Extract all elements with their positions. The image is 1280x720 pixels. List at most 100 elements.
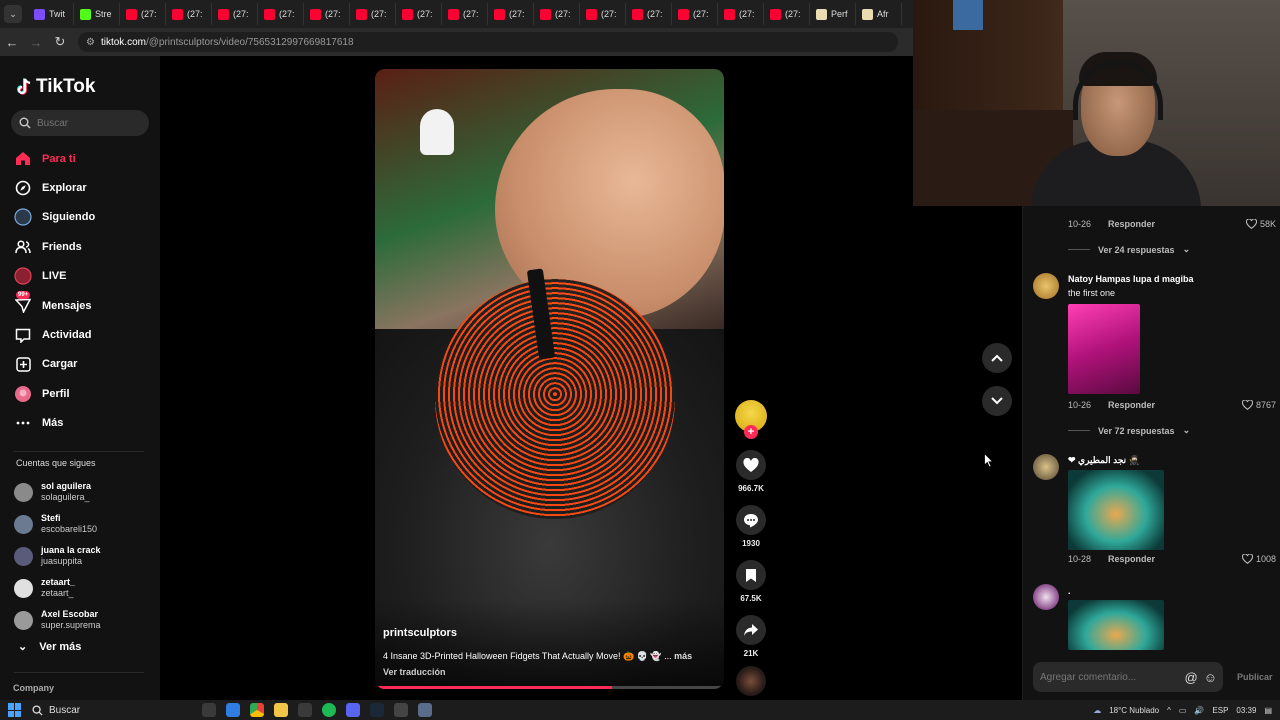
comment-like-button[interactable]: 58K <box>1245 219 1276 229</box>
browser-tab[interactable]: (27: <box>120 3 166 25</box>
reply-button[interactable]: Responder <box>1108 554 1155 564</box>
browser-tab[interactable]: Twit <box>28 3 74 25</box>
nav-item-live[interactable]: LIVE <box>14 262 154 291</box>
browser-tab[interactable]: (27: <box>304 3 350 25</box>
creator-avatar[interactable]: + <box>735 400 767 439</box>
browser-tab[interactable]: (27: <box>258 3 304 25</box>
lang-label[interactable]: ESP <box>1212 706 1228 715</box>
chrome-icon[interactable] <box>250 703 264 717</box>
spotify-icon[interactable] <box>322 703 336 717</box>
calculator-icon[interactable] <box>418 703 432 717</box>
nav-item-mas[interactable]: Más <box>14 409 154 438</box>
browser-tab[interactable]: (27: <box>442 3 488 25</box>
taskbar-search[interactable]: Buscar <box>32 705 192 716</box>
comment-brain-image[interactable] <box>1068 470 1164 550</box>
see-more-button[interactable]: ⌄ Ver más <box>18 640 81 654</box>
translate-link[interactable]: Ver traducción <box>383 667 446 677</box>
following-account[interactable]: Axel Escobar super.suprema <box>14 604 154 636</box>
browser-tab[interactable]: (27: <box>626 3 672 25</box>
view-replies-button[interactable]: Ver 72 respuestas ⌄ <box>1068 425 1190 436</box>
comment-button[interactable] <box>736 505 766 535</box>
video-author[interactable]: printsculptors <box>383 627 457 639</box>
browser-tab[interactable]: (27: <box>396 3 442 25</box>
comment-brain-image[interactable] <box>1068 600 1164 650</box>
commenter-avatar[interactable] <box>1033 273 1059 299</box>
following-account[interactable]: Stefi escobareli150 <box>14 508 154 540</box>
like-button[interactable] <box>736 450 766 480</box>
store-icon[interactable] <box>298 703 312 717</box>
notifications-icon[interactable]: ▤ <box>1264 706 1272 715</box>
tab-search-button[interactable]: ⌄ <box>4 5 22 23</box>
clock-label[interactable]: 03:39 <box>1236 706 1256 715</box>
file-explorer-icon[interactable] <box>274 703 288 717</box>
publish-button[interactable]: Publicar <box>1237 672 1273 682</box>
search-input[interactable] <box>37 117 137 129</box>
forward-button[interactable]: → <box>24 35 48 50</box>
commenter-name[interactable]: . <box>1068 586 1071 596</box>
commenter-name[interactable]: Natoy Hampas lupa d magiba <box>1068 274 1194 284</box>
reload-button[interactable]: ↻ <box>48 34 72 50</box>
reply-button[interactable]: Responder <box>1108 400 1155 410</box>
browser-tab[interactable]: (27: <box>212 3 258 25</box>
browser-tab[interactable]: (27: <box>534 3 580 25</box>
nav-item-actividad[interactable]: Actividad <box>14 320 154 349</box>
browser-tab[interactable]: Perf <box>810 3 856 25</box>
nav-item-mensajes[interactable]: 99+ Mensajes <box>14 290 154 320</box>
comment-input-box[interactable]: @ ☺ <box>1033 662 1223 692</box>
site-info-icon[interactable]: ⚙ <box>86 37 95 48</box>
browser-tab[interactable]: (27: <box>166 3 212 25</box>
emoji-icon[interactable]: ☺ <box>1204 670 1217 685</box>
following-account[interactable]: juana la crack juasuppita <box>14 540 154 572</box>
video-player[interactable]: printsculptors 4 Insane 3D-Printed Hallo… <box>375 69 724 689</box>
commenter-avatar[interactable] <box>1033 584 1059 610</box>
commenter-name[interactable]: ❤ نجد المطيري 🥷🏻 <box>1068 455 1140 466</box>
comment-like-button[interactable]: 1008 <box>1241 554 1276 564</box>
music-disc-icon[interactable] <box>736 666 766 696</box>
discord-icon[interactable] <box>346 703 360 717</box>
save-button[interactable] <box>736 560 766 590</box>
comment-like-button[interactable]: 8767 <box>1241 400 1276 410</box>
following-account[interactable]: zetaart_ zetaart_ <box>14 572 154 604</box>
comment-input[interactable] <box>1040 671 1180 683</box>
browser-tab[interactable]: (27: <box>350 3 396 25</box>
commenter-avatar[interactable] <box>1033 454 1059 480</box>
browser-tab[interactable]: (27: <box>672 3 718 25</box>
browser-tab[interactable]: (27: <box>718 3 764 25</box>
browser-tab[interactable]: Stre <box>74 3 120 25</box>
following-account[interactable]: sol aguilera solaguilera_ <box>14 476 154 508</box>
steam-icon[interactable] <box>370 703 384 717</box>
nav-item-cargar[interactable]: Cargar <box>14 350 154 379</box>
nav-item-siguiendo[interactable]: Siguiendo <box>14 203 154 232</box>
view-replies-button[interactable]: Ver 24 respuestas ⌄ <box>1068 244 1190 255</box>
comment-sticker-image[interactable] <box>1068 304 1140 394</box>
browser-tab[interactable]: (27: <box>764 3 810 25</box>
video-progress-bar[interactable] <box>375 686 724 689</box>
previous-video-button[interactable] <box>982 343 1012 373</box>
more-link[interactable]: más <box>674 651 692 661</box>
nav-item-para-ti[interactable]: Para ti <box>14 144 154 173</box>
copilot-icon[interactable] <box>226 703 240 717</box>
obs-icon[interactable] <box>394 703 408 717</box>
address-bar[interactable]: ⚙ tiktok.com/@printsculptors/video/75653… <box>78 32 898 52</box>
weather-cloud-icon[interactable]: ☁ <box>1093 706 1101 715</box>
mention-icon[interactable]: @ <box>1185 670 1198 685</box>
share-button[interactable] <box>736 615 766 645</box>
weather-label[interactable]: 18°C Nublado <box>1109 706 1159 715</box>
volume-icon[interactable]: 🔊 <box>1194 706 1204 715</box>
company-link[interactable]: Company <box>13 683 54 693</box>
task-view-icon[interactable] <box>202 703 216 717</box>
reply-button[interactable]: Responder <box>1108 219 1155 229</box>
follow-plus-icon[interactable]: + <box>744 425 758 439</box>
browser-tab[interactable]: (27: <box>488 3 534 25</box>
tray-chevron-icon[interactable]: ^ <box>1167 706 1171 715</box>
network-icon[interactable]: ▭ <box>1179 706 1187 715</box>
tiktok-logo[interactable]: TikTok <box>16 76 95 98</box>
nav-item-perfil[interactable]: Perfil <box>14 379 154 408</box>
browser-tab[interactable]: Afr <box>856 3 902 25</box>
nav-item-friends[interactable]: Friends <box>14 232 154 261</box>
nav-item-explorar[interactable]: Explorar <box>14 173 154 202</box>
next-video-button[interactable] <box>982 386 1012 416</box>
search-box[interactable] <box>11 110 149 136</box>
windows-start-icon[interactable] <box>8 703 22 717</box>
back-button[interactable]: ← <box>0 35 24 50</box>
